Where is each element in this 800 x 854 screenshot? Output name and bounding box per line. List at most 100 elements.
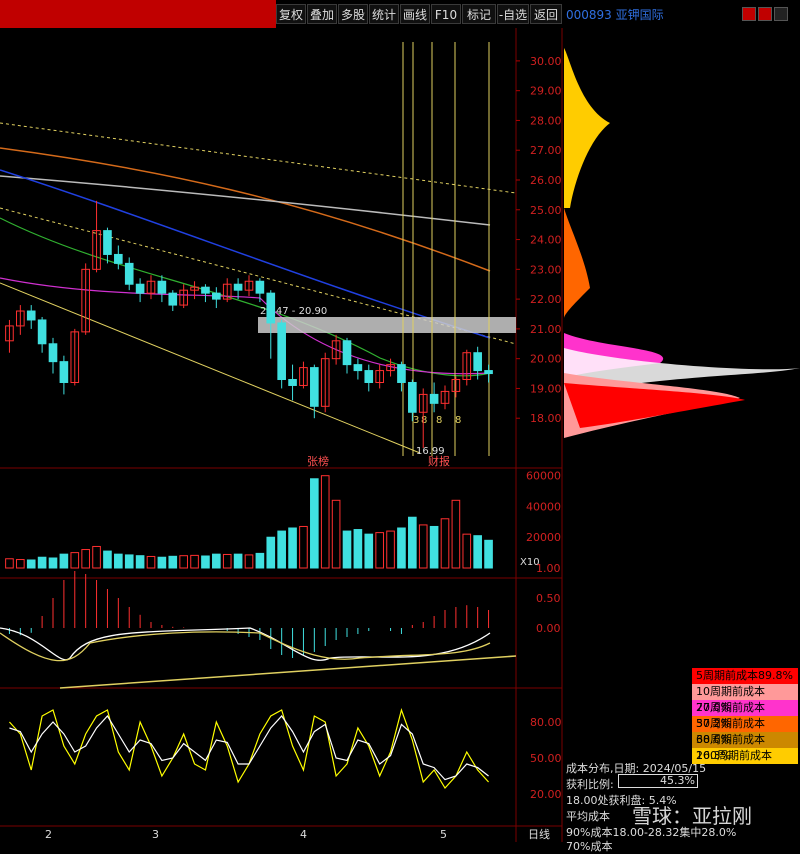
multi-stock-button[interactable]: 多股: [338, 4, 368, 24]
candle-body: [212, 292, 221, 300]
cost-legend-item: 5周期前成本89.8%: [692, 668, 798, 684]
profit-label: 获利比例:: [566, 778, 614, 791]
mark-label-1: 3: [413, 415, 419, 426]
volume-bar: [146, 555, 156, 569]
overlay-button[interactable]: 叠加: [307, 4, 337, 24]
price-tick-label: 21.00: [530, 323, 562, 336]
profit-bar: 45.3%: [618, 774, 698, 788]
volume-bar: [440, 518, 450, 569]
x-axis-label: 2: [45, 828, 52, 841]
volume-bar: [190, 554, 199, 569]
x-axis-label: 3: [152, 828, 159, 841]
mark-button[interactable]: 标记: [462, 4, 496, 24]
volume-bar: [331, 499, 341, 569]
draw-line-button[interactable]: 画线: [400, 4, 430, 24]
volume-bar: [70, 552, 80, 569]
candle-body: [37, 319, 47, 345]
play-icon[interactable]: [758, 7, 772, 21]
volume-bar: [201, 555, 210, 569]
volume-bar: [244, 554, 254, 569]
volume-bar: [342, 530, 352, 569]
volume-bar: [135, 555, 145, 569]
price-range-box: [258, 317, 516, 333]
macd-histogram: [8, 571, 490, 658]
volume-bar: [462, 533, 472, 569]
macd-tick-label: 1.00: [536, 562, 561, 575]
candle-body: [288, 379, 297, 386]
add-watchlist-button[interactable]: -自选: [497, 4, 529, 24]
candle-body: [408, 381, 417, 413]
volume-bar: [299, 525, 308, 569]
kdj-lines: [9, 707, 489, 789]
volume-bar: [397, 527, 406, 569]
candle-body: [59, 361, 69, 383]
volume-bar: [375, 532, 384, 569]
volume-bar: [266, 536, 276, 569]
volume-bar: [124, 554, 134, 569]
volume-bar: [408, 516, 417, 569]
volume-bar: [37, 556, 47, 569]
volume-bar: [114, 553, 123, 569]
cost-distribution: [564, 48, 800, 438]
kdj-tick-label: 80.00: [530, 716, 562, 729]
f10-button[interactable]: F10: [431, 4, 461, 24]
macd-tick-label: 0.00: [536, 622, 561, 635]
cost-legend: 5周期前成本89.8%10周期前成本77.0%20周期前成本57.2%30周期前…: [692, 668, 798, 778]
event-label-2: 财报: [428, 454, 450, 468]
candle-body: [168, 292, 178, 306]
price-tick-label: 27.00: [530, 144, 562, 157]
cost-100: [564, 48, 610, 208]
candle-body: [484, 370, 493, 375]
volume-bar: [255, 552, 265, 569]
price-tick-label: 26.00: [530, 174, 562, 187]
candle-body: [48, 343, 58, 363]
kdj-tick-label: 20.00: [530, 788, 562, 801]
volume-tick-label: 20000: [526, 531, 561, 544]
volume-tick-label: 60000: [526, 470, 561, 483]
mark-label-3: 8: [436, 415, 442, 426]
chart-area: 30.0029.0028.0027.0026.0025.0024.0023.00…: [0, 28, 800, 842]
back-button[interactable]: 返回: [530, 4, 562, 24]
candle-body: [255, 280, 265, 294]
candle-body: [353, 364, 363, 372]
price-tick-label: 23.00: [530, 263, 562, 276]
volume-bar: [48, 557, 58, 569]
watermark: 雪球：亚拉刚: [632, 804, 752, 828]
profit-value: 45.3%: [660, 774, 695, 787]
period-label: 日线: [528, 827, 550, 841]
stats-button[interactable]: 统计: [369, 4, 399, 24]
fuquan-button[interactable]: 复权: [276, 4, 306, 24]
volume-bar: [168, 555, 178, 569]
candle-body: [277, 322, 286, 381]
candle-body: [135, 283, 145, 294]
volume-bar: [59, 553, 69, 569]
candle-body: [364, 370, 374, 383]
price-tick-label: 24.00: [530, 234, 562, 247]
price-tick-label: 29.00: [530, 85, 562, 98]
menu-icon[interactable]: [774, 7, 788, 21]
volume-bar: [92, 545, 101, 569]
volume-bars: [5, 475, 493, 569]
price-tick-label: 25.00: [530, 204, 562, 217]
price-tick-label: 30.00: [530, 55, 562, 68]
cost-legend-item: 100周期前成本19.3%: [692, 748, 798, 778]
volume-bar: [233, 553, 243, 569]
flag-icon[interactable]: [742, 7, 756, 21]
volume-bar: [212, 553, 221, 569]
price-tick-label: 20.00: [530, 353, 562, 366]
mark-label-4: 8: [455, 415, 461, 426]
x-axis: 2 3 4 5 日线: [45, 827, 550, 841]
price-tick-label: 22.00: [530, 293, 562, 306]
candle-body: [26, 310, 36, 321]
candle-body: [114, 253, 123, 264]
top-toolbar: 复权 叠加 多股 统计 画线 F10 标记 -自选 返回 000893 亚钾国际: [0, 0, 800, 28]
candle-body: [103, 230, 112, 255]
volume-bar: [103, 550, 112, 569]
mark-label-2: 8: [421, 415, 427, 426]
cost-line-6: 70%成本: [566, 840, 613, 853]
cost-legend-item: 60周期前成本26.3%: [692, 732, 798, 762]
volume-bar: [310, 478, 319, 569]
volume-tick-label: 40000: [526, 500, 561, 513]
kdj-tick-label: 50.00: [530, 752, 562, 765]
volume-bar: [277, 530, 286, 569]
